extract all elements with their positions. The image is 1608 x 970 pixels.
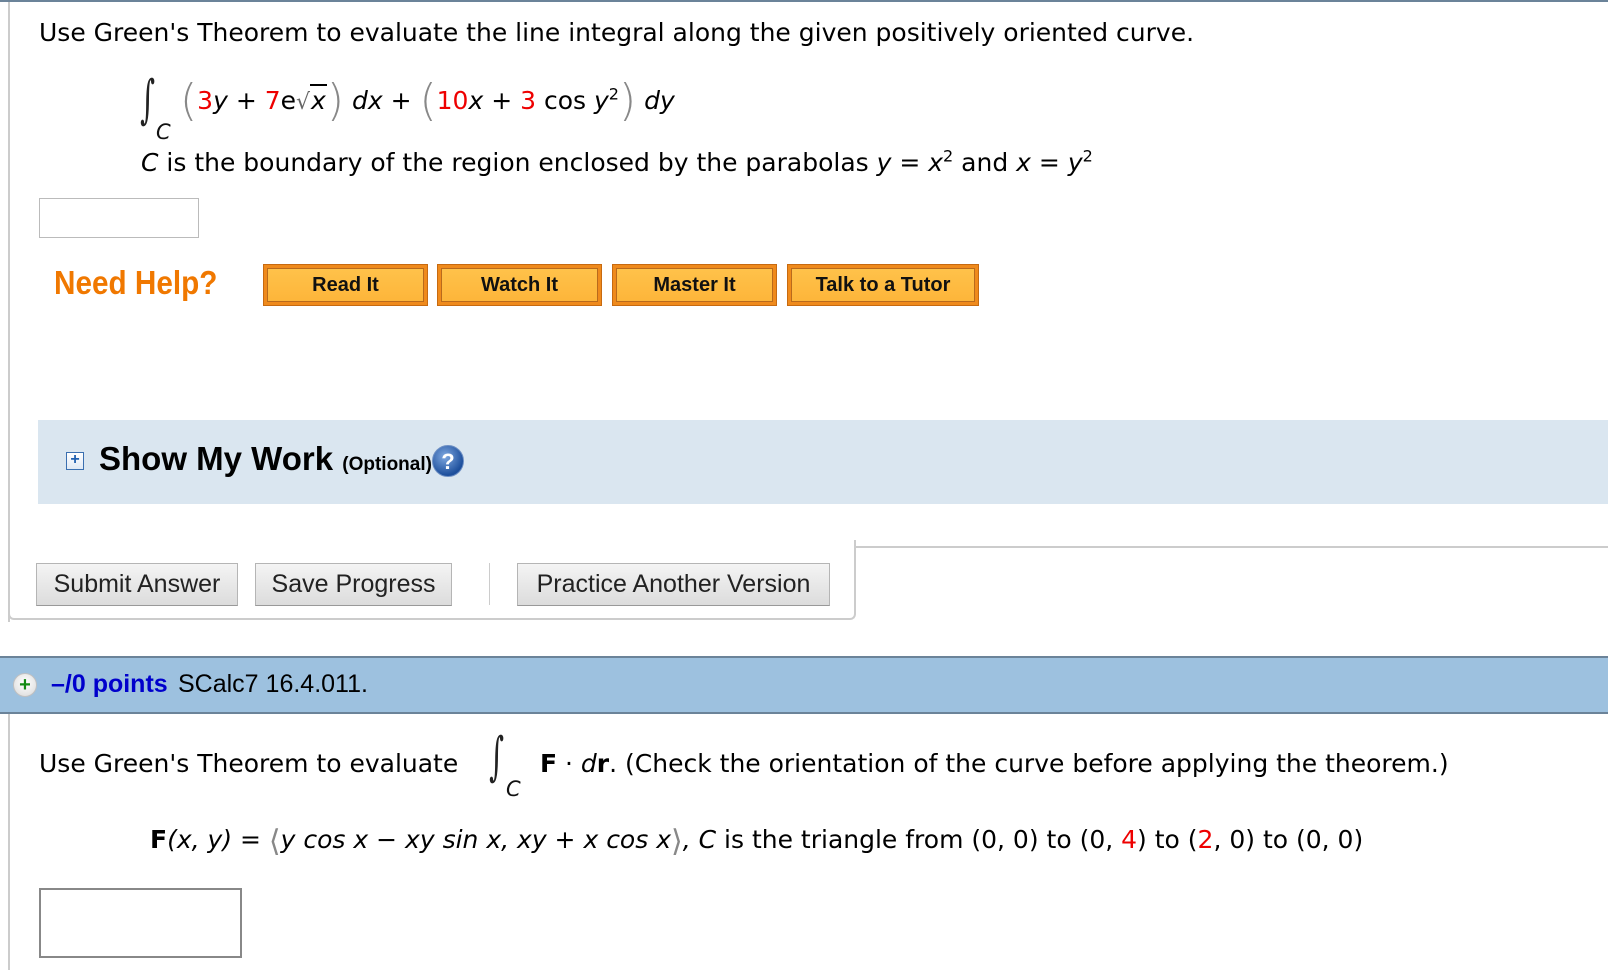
open-angle: ⟨ (268, 824, 281, 859)
plus: + (483, 86, 521, 115)
curve-c: , C (682, 825, 717, 854)
master-it-label: Master It (616, 268, 773, 302)
need-help-label: Need Help? (54, 264, 218, 301)
question2-frame (8, 714, 10, 970)
read-it-label: Read It (267, 268, 424, 302)
practice-another-version-button[interactable]: Practice Another Version (517, 563, 830, 606)
points-label: –/0 points (51, 670, 168, 698)
vector-field-definition: F(x, y) = ⟨y cos x − xy sin x, xy + x co… (150, 825, 1364, 857)
var-x: x (468, 86, 484, 115)
coef-3cos: 3 (520, 86, 537, 115)
var-y: y (213, 86, 228, 115)
save-progress-button[interactable]: Save Progress (255, 563, 452, 606)
eq2-lhs: x (1016, 148, 1031, 177)
field-args: (x, y) = (167, 825, 269, 854)
var-y: y (593, 86, 609, 115)
integrand: (3y + 7e√x) dx + (10x + 3 cos y2) dy (180, 79, 675, 123)
triangle-desc: is the triangle from (0, 0) to (0, (716, 825, 1122, 854)
master-it-button[interactable]: Master It (612, 264, 777, 306)
eq1-equals: = (891, 148, 929, 177)
question1-instruction: Use Green's Theorem to evaluate the line… (39, 18, 1195, 47)
and: and (953, 148, 1017, 177)
watch-it-label: Watch It (441, 268, 598, 302)
close-paren: ) (618, 75, 637, 126)
question2-instruction-pre: Use Green's Theorem to evaluate (39, 749, 459, 778)
open-paren: ( (180, 75, 198, 126)
question1-answer-input[interactable] (39, 198, 199, 238)
field-F: F (150, 825, 168, 854)
curve-c: C (141, 148, 159, 177)
eq1-rhs: x (928, 148, 944, 177)
close-angle: ⟩ (671, 824, 683, 859)
integral-sign: ∫ (489, 727, 504, 787)
integral-subscript: C (156, 120, 171, 144)
read-it-button[interactable]: Read It (263, 264, 428, 306)
vector-r: r (596, 749, 610, 778)
question-code: SCalc7 16.4.011. (178, 670, 368, 698)
cos: cos (536, 86, 594, 115)
triangle-desc: , 0) to (0, 0) (1213, 825, 1364, 854)
plus: + (227, 86, 265, 115)
vector-F: F (540, 749, 558, 778)
plus: + (382, 86, 420, 115)
integral-sign: ∫ (140, 70, 155, 130)
exponent: 2 (608, 84, 619, 104)
talk-to-tutor-label: Talk to a Tutor (791, 268, 975, 302)
question2-answer-input[interactable] (39, 888, 242, 958)
show-my-work-toggle[interactable]: Show My Work (Optional) (99, 440, 432, 478)
optional-label: (Optional) (342, 454, 432, 475)
coef-3y: 3 (197, 86, 214, 115)
expand-question-icon[interactable]: + (13, 673, 37, 697)
question2-instruction-post: F · dr. (Check the orientation of the cu… (540, 749, 1449, 778)
eq1-lhs: y (876, 148, 892, 177)
integral-subscript: C (506, 777, 521, 801)
sqrt-icon: √ (296, 90, 311, 115)
vertex-value-2: 2 (1197, 825, 1214, 854)
dot: · (557, 749, 581, 778)
orientation-note: . (Check the orientation of the curve be… (609, 749, 1449, 778)
coef-10x: 10 (436, 86, 469, 115)
vertex-value-4: 4 (1121, 825, 1138, 854)
e: e (280, 86, 297, 115)
coef-7e: 7 (264, 86, 281, 115)
close-paren: ) (326, 75, 345, 126)
desc-text: is the boundary of the region enclosed b… (158, 148, 877, 177)
help-question-icon[interactable]: ? (432, 445, 464, 477)
submit-answer-button[interactable]: Submit Answer (36, 563, 238, 606)
sqrt-arg: x (310, 84, 327, 115)
curve-description: C is the boundary of the region enclosed… (141, 148, 1093, 177)
dx: dx (351, 86, 383, 115)
eq2-rhs: y (1067, 148, 1083, 177)
open-paren: ( (419, 75, 437, 126)
talk-to-tutor-button[interactable]: Talk to a Tutor (787, 264, 979, 306)
expand-plus-icon[interactable]: + (66, 452, 84, 470)
eq1-exp: 2 (943, 146, 954, 166)
button-divider (489, 563, 490, 605)
field-components: y cos x − xy sin x, xy + x cos x (280, 825, 671, 854)
d: d (580, 749, 597, 778)
eq2-exp: 2 (1082, 146, 1093, 166)
eq2-equals: = (1030, 148, 1068, 177)
divider-line (856, 546, 1608, 548)
dy: dy (644, 86, 675, 115)
triangle-desc: ) to ( (1137, 825, 1198, 854)
watch-it-button[interactable]: Watch It (437, 264, 602, 306)
show-my-work-title: Show My Work (99, 440, 334, 477)
